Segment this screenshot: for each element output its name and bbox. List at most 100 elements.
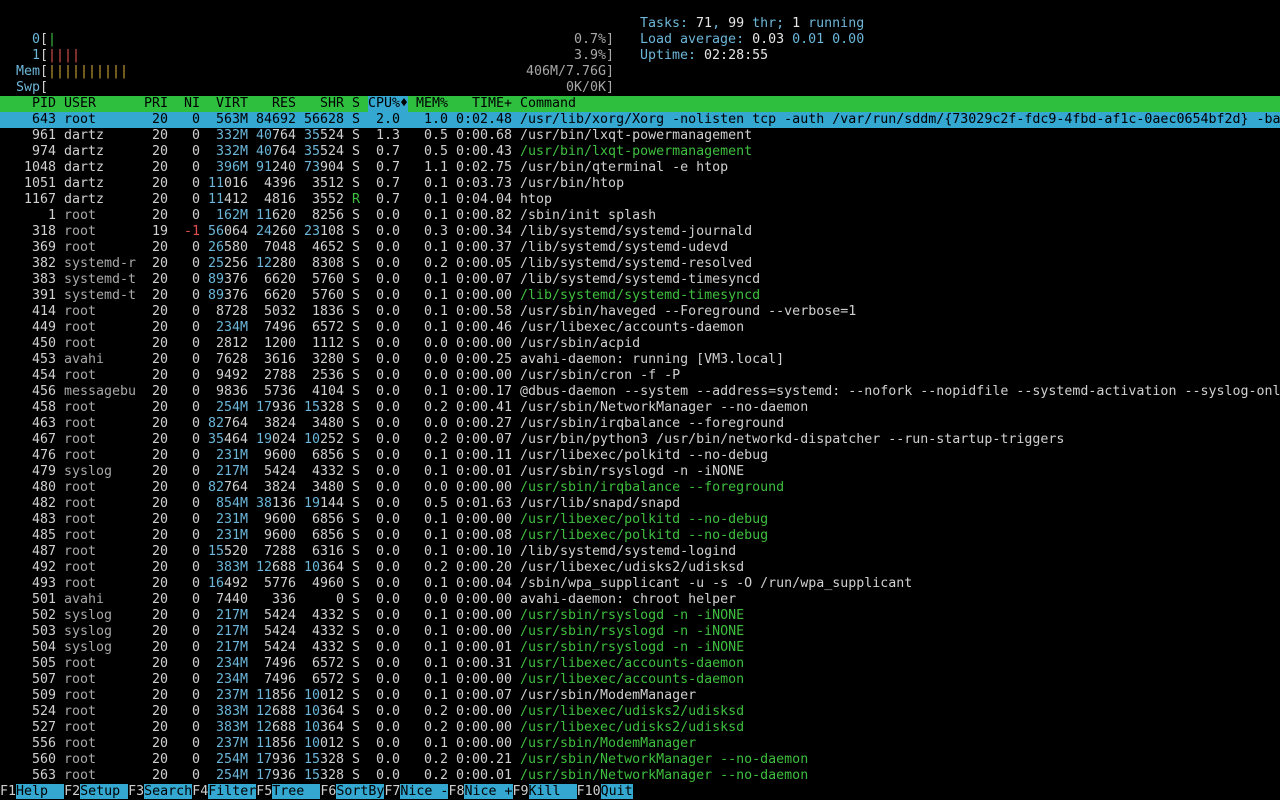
table-row[interactable]: 485 root 20 0 231M 9600 6856 S 0.0 0.1 0:00.08/usr… (0, 528, 1280, 544)
state-cell: S (352, 736, 361, 751)
table-row[interactable]: 509 root 20 0 237M 11856 10012 S 0.0 0.1 0:00.07/u… (0, 688, 1280, 704)
fkey-f6-button[interactable]: SortBy (336, 784, 385, 799)
table-row[interactable]: 492 root 20 0 383M 12688 10364 S 0.0 0.2 0:00.20/u… (0, 560, 1280, 576)
fkey-f10-button[interactable]: Quit (600, 784, 633, 799)
pid-cell: 503 (31, 624, 56, 639)
fkey-f3-button[interactable]: Search (144, 784, 193, 799)
col-ni[interactable]: NI (184, 96, 200, 112)
table-row-selected[interactable]: 643 root 20 0 563M 84692 56628 S 2.0 1.0 0:02.48/u… (0, 112, 1280, 128)
fkey-f5-button[interactable]: Tree (272, 784, 321, 799)
fkey-f8-button[interactable]: Nice + (464, 784, 513, 799)
table-row[interactable]: 493 root 20 0 16492 5776 4960 S 0.0 0.1 0:00.04/sb… (0, 576, 1280, 592)
res-cell: 7288 (263, 544, 296, 559)
virt-cell: 383M (215, 704, 248, 719)
table-row[interactable]: 482 root 20 0 854M 38136 19144 S 0.0 0.5 0:01.63/u… (0, 496, 1280, 512)
command-cell: /usr/bin/qterminal -e htop (520, 160, 729, 175)
table-row[interactable]: 527 root 20 0 383M 12688 10364 S 0.0 0.2 0:00.00/u… (0, 720, 1280, 736)
table-row[interactable]: 369 root 20 0 26580 7048 4652 S 0.0 0.1 0:00.37/li… (0, 240, 1280, 256)
col-pid[interactable]: PID (32, 96, 56, 112)
table-row[interactable]: 476 root 20 0 231M 9600 6856 S 0.0 0.1 0:00.11/usr… (0, 448, 1280, 464)
table-row[interactable]: 1 root 20 0 162M 11620 8256 S 0.0 0.1 0:00.82/sbin… (0, 208, 1280, 224)
table-row[interactable]: 556 root 20 0 237M 11856 10012 S 0.0 0.1 0:00.00/u… (0, 736, 1280, 752)
ni-cell: 0 (191, 512, 200, 527)
table-row[interactable]: 524 root 20 0 383M 12688 10364 S 0.0 0.2 0:00.00/u… (0, 704, 1280, 720)
time-cell: 0:00.00 (455, 336, 512, 351)
cpu-cell: 0.7 (375, 144, 400, 159)
table-row[interactable]: 483 root 20 0 231M 9600 6856 S 0.0 0.1 0:00.00/usr… (0, 512, 1280, 528)
res-cell: 40764 (255, 128, 296, 143)
table-row[interactable]: 454 root 20 0 9492 2788 2536 S 0.0 0.0 0:00.00/usr… (0, 368, 1280, 384)
res-cell: 4396 (263, 176, 296, 191)
table-row[interactable]: 456 messagebu 20 0 9836 5736 4104 S 0.0 0.1 0:00.1… (0, 384, 1280, 400)
column-header-row[interactable]: PID USER PRI NI VIRT RES SHR S CPU%♦ MEM… (0, 96, 1280, 112)
table-row[interactable]: 1167 dartz 20 0 11412 4816 3552 R 0.7 0.1 0:04.04 h… (0, 192, 1280, 208)
time-cell: 0:00.00 (455, 592, 512, 607)
table-row[interactable]: 479 syslog 20 0 217M 5424 4332 S 0.0 0.1 0:00.01/u… (0, 464, 1280, 480)
table-row[interactable]: 450 root 20 0 2812 1200 1112 S 0.0 0.0 0:00.00/usr… (0, 336, 1280, 352)
ni-cell: 0 (191, 368, 200, 383)
col-mem[interactable]: MEM% (416, 96, 448, 112)
state-cell: S (352, 128, 361, 143)
col-cpu-sorted[interactable]: CPU%♦ (368, 96, 409, 112)
running-count: 1 (792, 16, 801, 31)
col-state[interactable]: S (352, 96, 360, 112)
col-command[interactable]: Command (520, 96, 576, 112)
col-pri[interactable]: PRI (144, 96, 168, 112)
mem-cell: 0.5 (423, 144, 448, 159)
table-row[interactable]: 453 avahi 20 0 7628 3616 3280 S 0.0 0.0 0:00.25 ava… (0, 352, 1280, 368)
fkey-f2-button[interactable]: Setup (80, 784, 129, 799)
table-row[interactable]: 318 root 19 -1 56064 24260 23108 S 0.0 0.3 0:00.34… (0, 224, 1280, 240)
user-cell: root (64, 512, 97, 527)
table-row[interactable]: 467 root 20 0 35464 19024 10252 S 0.0 0.2 0:00.07 /… (0, 432, 1280, 448)
pid-cell: 454 (31, 368, 56, 383)
table-row[interactable]: 480 root 20 0 82764 3824 3480 S 0.0 0.0 0:00.00/us… (0, 480, 1280, 496)
table-row[interactable]: 503 syslog 20 0 217M 5424 4332 S 0.0 0.1 0:00.00/u… (0, 624, 1280, 640)
table-row[interactable]: 507 root 20 0 234M 7496 6572 S 0.0 0.1 0:00.00/usr… (0, 672, 1280, 688)
table-row[interactable]: 563 root 20 0 254M 17936 15328 S 0.0 0.2 0:00.01/u… (0, 768, 1280, 784)
ni-cell: 0 (191, 592, 200, 607)
ni-cell: 0 (191, 288, 200, 303)
fkey-f4-button[interactable]: Filter (208, 784, 257, 799)
ni-cell: 0 (191, 416, 200, 431)
command-cell: /usr/libexec/accounts-daemon (520, 656, 745, 671)
table-row[interactable]: 391 systemd-t 20 0 89376 6620 5760 S 0.0 0.1 0:00.… (0, 288, 1280, 304)
ni-cell: 0 (191, 256, 200, 271)
table-row[interactable]: 1051 dartz 20 0 11016 4396 3512 S 0.7 0.1 0:03.73 /… (0, 176, 1280, 192)
table-row[interactable]: 382 systemd-r 20 0 25256 12280 8308 S 0.0 0.2 0:00… (0, 256, 1280, 272)
col-shr[interactable]: SHR (320, 96, 344, 112)
table-row[interactable]: 414 root 20 0 8728 5032 1836 S 0.0 0.1 0:00.58/usr… (0, 304, 1280, 320)
table-row[interactable]: 463 root 20 0 82764 3824 3480 S 0.0 0.0 0:00.27/us… (0, 416, 1280, 432)
table-row[interactable]: 487 root 20 0 15520 7288 6316 S 0.0 0.1 0:00.10/li… (0, 544, 1280, 560)
time-cell: 0:00.82 (455, 208, 512, 223)
table-row[interactable]: 383 systemd-t 20 0 89376 6620 5760 S 0.0 0.1 0:00.… (0, 272, 1280, 288)
table-row[interactable]: 961 dartz 20 0 332M 40764 35524 S 1.3 0.5 0:00.68 /… (0, 128, 1280, 144)
pri-cell: 20 (151, 624, 168, 639)
pri-cell: 20 (151, 656, 168, 671)
col-virt[interactable]: VIRT (216, 96, 248, 112)
col-res[interactable]: RES (272, 96, 296, 112)
table-row[interactable]: 505 root 20 0 234M 7496 6572 S 0.0 0.1 0:00.31/usr… (0, 656, 1280, 672)
table-row[interactable]: 458 root 20 0 254M 17936 15328 S 0.0 0.2 0:00.41/u… (0, 400, 1280, 416)
table-row[interactable]: 560 root 20 0 254M 17936 15328 S 0.0 0.2 0:00.21/u… (0, 752, 1280, 768)
shr-cell: 4332 (311, 464, 344, 479)
command-cell: /usr/sbin/rsyslogd -n -iNONE (520, 608, 745, 623)
pid-cell: 485 (31, 528, 56, 543)
time-cell: 0:00.00 (455, 288, 512, 303)
table-row[interactable]: 502 syslog 20 0 217M 5424 4332 S 0.0 0.1 0:00.00/u… (0, 608, 1280, 624)
res-cell: 11620 (255, 208, 296, 223)
col-time[interactable]: TIME+ (472, 96, 512, 112)
fkey-f9-button[interactable]: Kill (528, 784, 577, 799)
table-row[interactable]: 504 syslog 20 0 217M 5424 4332 S 0.0 0.1 0:00.01/u… (0, 640, 1280, 656)
fkey-f7-button[interactable]: Nice - (400, 784, 449, 799)
cpu-cell: 0.0 (375, 352, 400, 367)
table-row[interactable]: 1048 dartz 20 0 396M 91240 73904 S 0.7 1.1 0:02.75… (0, 160, 1280, 176)
fkey-f1-button[interactable]: Help (16, 784, 65, 799)
pid-cell: 467 (31, 432, 56, 447)
mem-bar: |||||||||| (48, 64, 129, 79)
col-user[interactable]: USER (64, 96, 96, 112)
table-row[interactable]: 974 dartz 20 0 332M 40764 35524 S 0.7 0.5 0:00.43 /… (0, 144, 1280, 160)
table-row[interactable]: 449 root 20 0 234M 7496 6572 S 0.0 0.1 0:00.46/usr… (0, 320, 1280, 336)
process-list[interactable]: 643 root 20 0 563M 84692 56628 S 2.0 1.0 0:02.48/u… (0, 112, 1280, 784)
ni-cell: 0 (191, 496, 200, 511)
table-row[interactable]: 501 avahi 20 0 7440 336 0 S 0.0 0.0 0:00.00 avahi-d… (0, 592, 1280, 608)
